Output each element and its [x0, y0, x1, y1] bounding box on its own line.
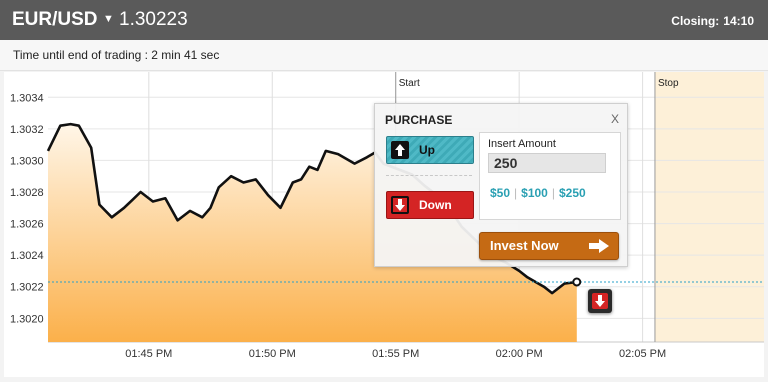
y-tick-label: 1.3024: [10, 250, 44, 262]
preset-separator: |: [514, 186, 518, 200]
y-tick-label: 1.3032: [10, 124, 44, 136]
asset-name[interactable]: EUR/USD: [12, 9, 98, 31]
amount-box: Insert Amount $50 |$100| $250: [479, 132, 621, 220]
trade-marker-down-icon[interactable]: [588, 289, 612, 313]
y-tick-label: 1.3022: [10, 282, 44, 294]
divider: [386, 175, 472, 176]
preset-250[interactable]: $250: [559, 186, 586, 200]
x-tick-label: 01:45 PM: [125, 348, 172, 360]
preset-100[interactable]: $100: [521, 186, 548, 200]
preset-50[interactable]: $50: [490, 186, 510, 200]
purchase-title: PURCHASE: [385, 113, 453, 127]
invest-now-button[interactable]: Invest Now: [479, 232, 619, 260]
down-button[interactable]: Down: [386, 191, 474, 219]
current-price-point: [572, 277, 582, 287]
expiry-zone: [654, 72, 764, 342]
y-tick-label: 1.3034: [10, 92, 44, 104]
y-tick-label: 1.3028: [10, 187, 44, 199]
time-until-end-of-trading: Time until end of trading : 2 min 41 sec: [13, 48, 220, 62]
top-bar: EUR/USD ▼ 1.30223 Closing: 14:10: [0, 0, 768, 40]
preset-separator: |: [551, 186, 555, 200]
asset-dropdown-caret-icon[interactable]: ▼: [103, 13, 114, 25]
x-tick-label: 02:05 PM: [619, 348, 666, 360]
up-label: Up: [419, 143, 435, 157]
amount-presets: $50 | $100 | $250: [490, 186, 586, 200]
up-button[interactable]: Up: [386, 136, 474, 164]
down-label: Down: [419, 198, 452, 212]
x-tick-label: 02:00 PM: [496, 348, 543, 360]
arrow-down-icon: [592, 293, 608, 309]
y-tick-label: 1.3026: [10, 219, 44, 231]
y-tick-label: 1.3020: [10, 313, 44, 325]
invest-now-label: Invest Now: [490, 238, 559, 253]
closing-info: Closing: 14:10: [671, 14, 754, 28]
stop-marker-label: Stop: [658, 78, 679, 89]
closing-time: 14:10: [723, 14, 754, 28]
start-marker-label: Start: [399, 78, 420, 89]
arrow-down-icon: [391, 196, 409, 214]
x-tick-label: 01:50 PM: [249, 348, 296, 360]
y-tick-label: 1.3030: [10, 155, 44, 167]
arrow-up-icon: [391, 141, 409, 159]
trading-timer-bar: Time until end of trading : 2 min 41 sec: [0, 40, 768, 71]
x-tick-label: 01:55 PM: [372, 348, 419, 360]
purchase-panel: PURCHASE X Up Down Insert Amount $50 |$10…: [374, 103, 628, 267]
closing-label: Closing:: [671, 14, 720, 28]
close-button[interactable]: X: [611, 112, 619, 126]
current-price: 1.30223: [119, 9, 188, 30]
insert-amount-label: Insert Amount: [488, 138, 556, 150]
amount-input[interactable]: [488, 153, 606, 173]
arrow-right-icon: [588, 238, 610, 259]
